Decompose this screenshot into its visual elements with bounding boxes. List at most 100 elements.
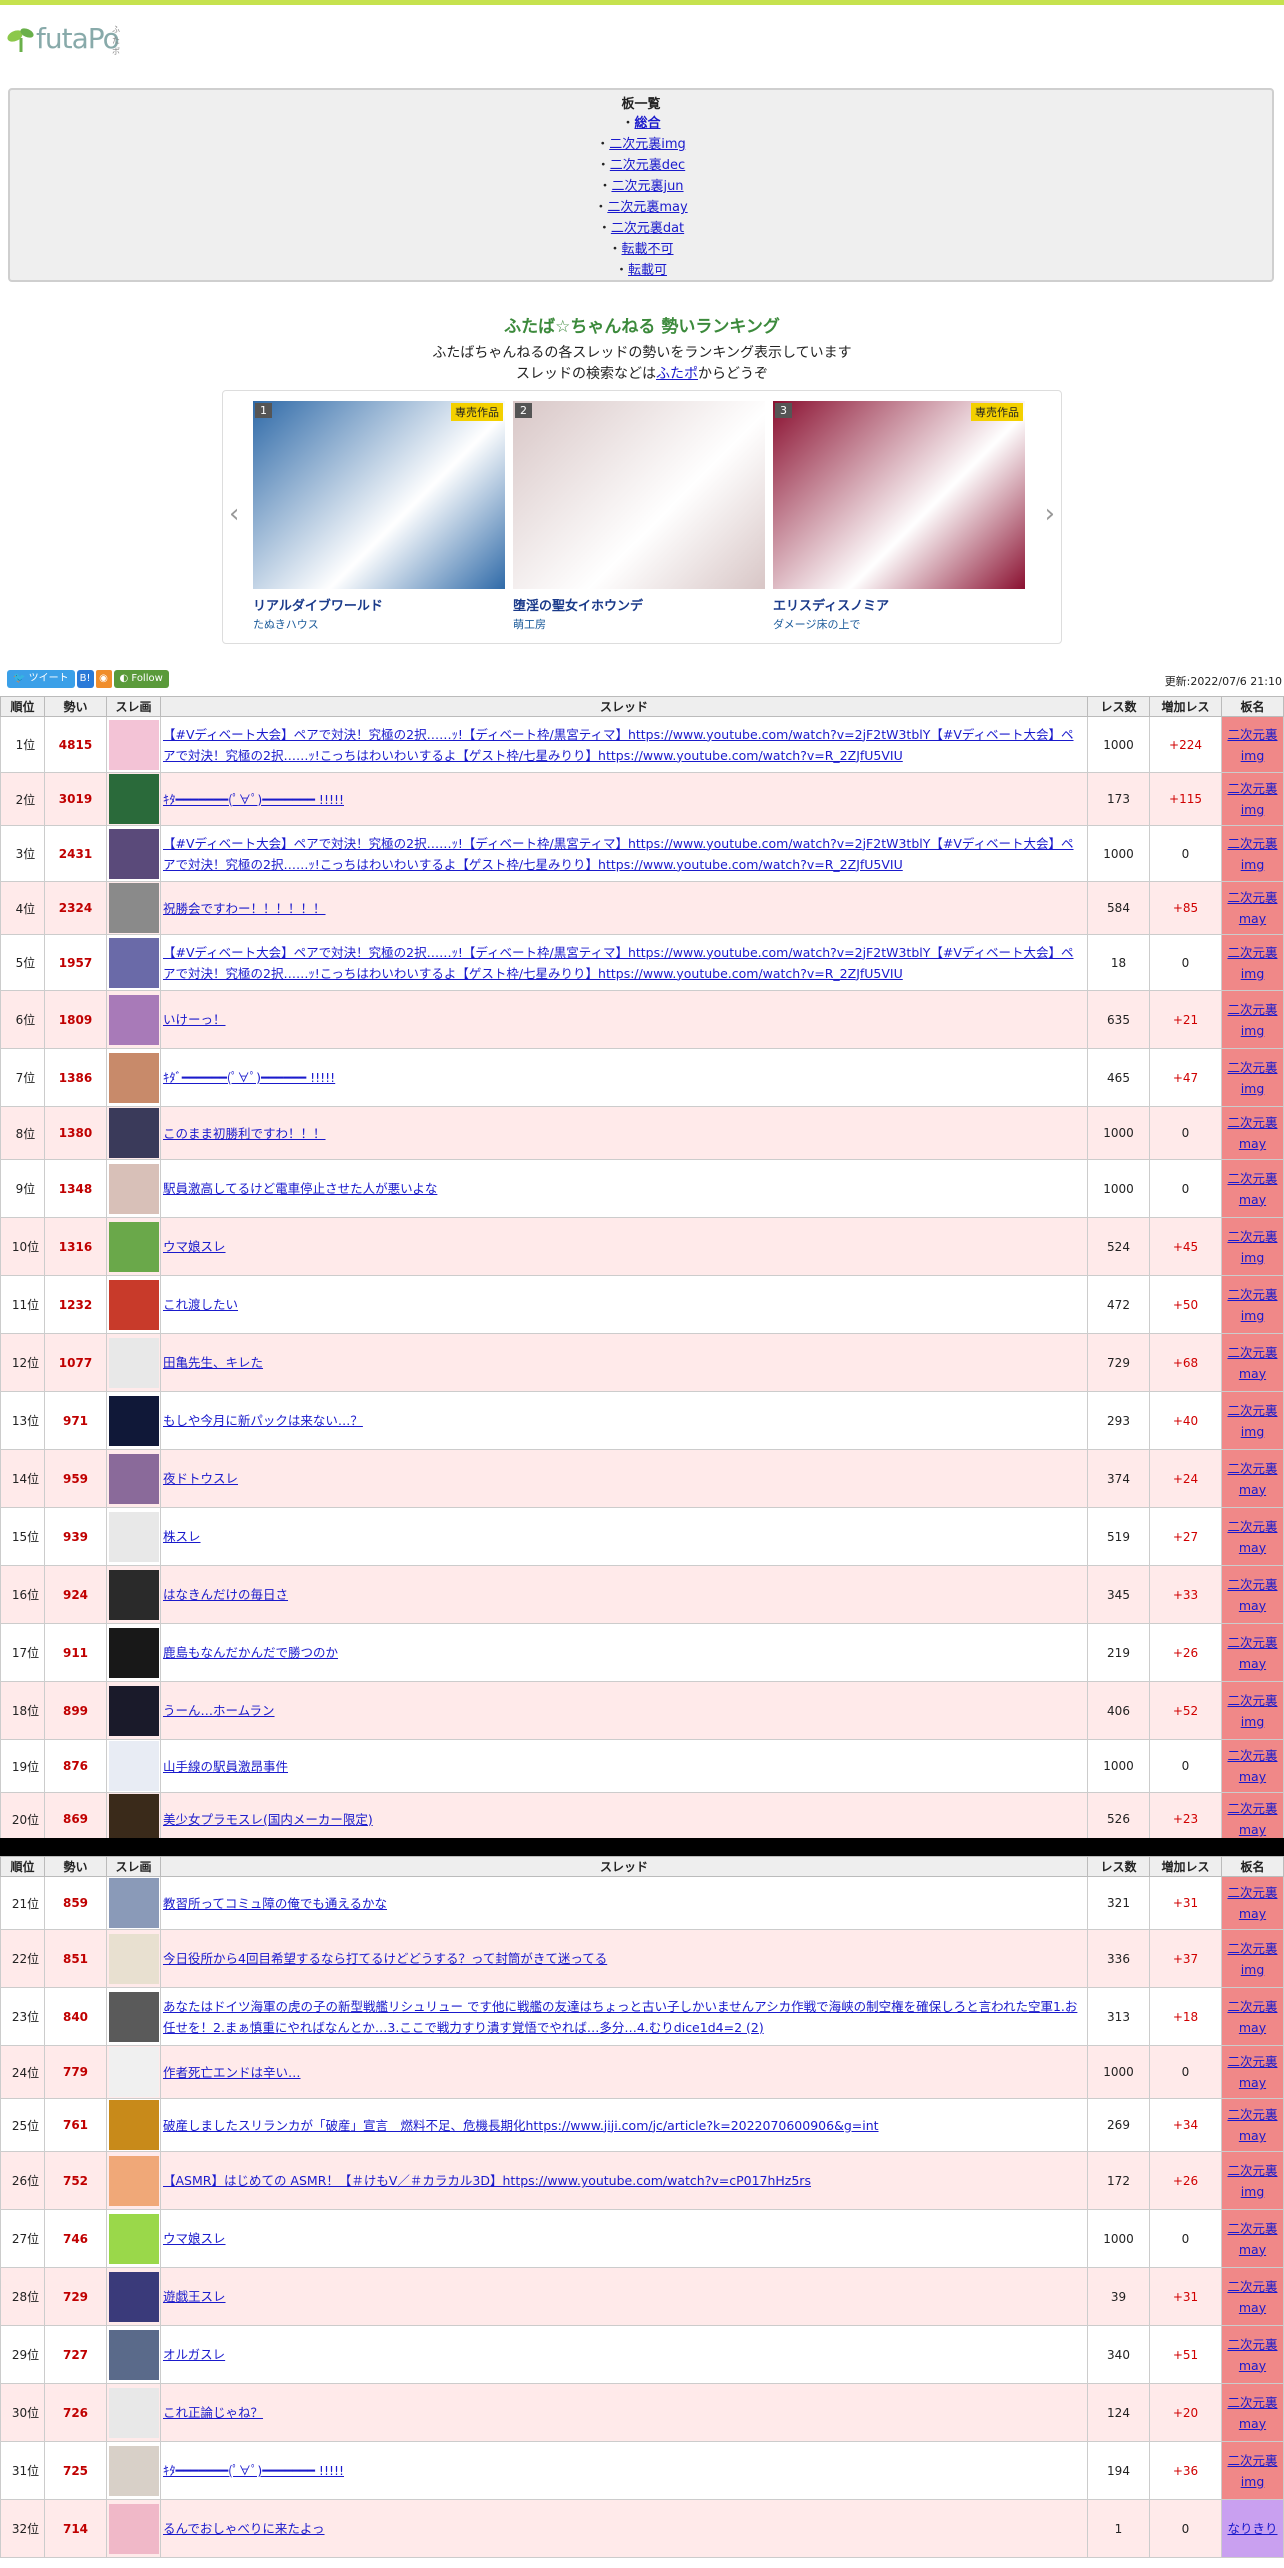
thumbnail-cell[interactable] [106,1987,161,2046]
board-name-link[interactable]: 二次元裏may [1227,1461,1277,1497]
board-link[interactable]: 総合 [635,116,661,131]
thread-thumbnail[interactable] [108,1453,159,1504]
thread-thumbnail[interactable] [108,1163,159,1214]
thread-link[interactable]: これ正論じゃね？ [163,2405,263,2420]
thread-thumbnail[interactable] [108,1279,159,1330]
thread-link[interactable]: 作者死亡エンドは辛い… [163,2065,301,2080]
board-name-link[interactable]: 二次元裏img [1227,836,1277,872]
thread-link[interactable]: 破産しましたスリランカが「破産」宣言 燃料不足、危機長期化https://www… [163,2118,879,2133]
thumbnail-cell[interactable] [106,1929,161,1988]
thumbnail-cell[interactable] [106,2045,161,2099]
thumbnail-cell[interactable] [106,716,161,773]
thumbnail-cell[interactable] [106,2267,161,2326]
thread-thumbnail[interactable] [108,2213,159,2264]
futapo-link[interactable]: ふたポ [656,366,698,382]
thread-link[interactable]: 駅員激高してるけど電車停止させた人が悪いよな [163,1181,437,1196]
thread-thumbnail[interactable] [108,1741,159,1791]
thread-link[interactable]: ｷﾀ━━━━━━━(ﾟ∀ﾟ)━━━━━━━ !!!!! [163,792,344,807]
promo-title[interactable]: リアルダイブワールド [253,595,505,614]
board-name-link[interactable]: 二次元裏img [1227,2163,1277,2199]
thumbnail-cell[interactable] [106,2383,161,2442]
thread-thumbnail[interactable] [108,1337,159,1388]
board-name-link[interactable]: 二次元裏img [1227,1403,1277,1439]
thread-thumbnail[interactable] [108,719,159,770]
thumbnail-cell[interactable] [106,1275,161,1334]
thread-thumbnail[interactable] [108,994,159,1045]
thread-thumbnail[interactable] [108,1685,159,1736]
thread-thumbnail[interactable] [108,2329,159,2380]
thumbnail-cell[interactable] [106,1739,161,1793]
board-name-link[interactable]: 二次元裏may [1227,2221,1277,2257]
thumbnail-cell[interactable] [106,1159,161,1218]
thread-link[interactable]: 美少女プラモスレ(国内メーカー限定) [163,1812,373,1827]
follow-button[interactable]: ◐ Follow [113,670,169,688]
thread-thumbnail[interactable] [108,2445,159,2496]
thread-link[interactable]: 株スレ [163,1529,201,1544]
promo-card[interactable]: 1 専売作品 リアルダイブワールド たぬきハウス [253,401,505,632]
rss-icon[interactable]: ◉ [95,670,112,688]
board-name-link[interactable]: 二次元裏may [1227,2337,1277,2373]
board-name-link[interactable]: 二次元裏img [1227,1229,1277,1265]
board-link[interactable]: 転載不可 [622,242,674,257]
thread-link[interactable]: ウマ娘スレ [163,1239,226,1254]
thread-thumbnail[interactable] [108,2387,159,2438]
thumbnail-cell[interactable] [106,1681,161,1740]
thread-thumbnail[interactable] [108,2503,159,2554]
thread-link[interactable]: 山手線の駅員激昂事件 [163,1759,288,1774]
thumbnail-cell[interactable] [106,2441,161,2500]
promo-circle[interactable]: たぬきハウス [253,616,505,632]
board-name-link[interactable]: 二次元裏may [1227,2107,1277,2143]
board-link[interactable]: 二次元裏img [609,137,686,152]
thread-thumbnail[interactable] [108,1511,159,1562]
thumbnail-cell[interactable] [106,1623,161,1682]
tweet-button[interactable]: 🐦 ツイート [7,670,75,688]
promo-image[interactable]: 3 専売作品 [773,401,1025,589]
thumbnail-cell[interactable] [106,990,161,1049]
board-name-link[interactable]: 二次元裏may [1227,1801,1277,1837]
board-name-link[interactable]: 二次元裏may [1227,2395,1277,2431]
thumbnail-cell[interactable] [106,1507,161,1566]
board-name-link[interactable]: 二次元裏img [1227,781,1277,817]
thread-thumbnail[interactable] [108,937,159,988]
carousel-next-icon[interactable]: › [1045,499,1055,529]
thread-link[interactable]: もしや今月に新パックは来ない…？ [163,1413,363,1428]
board-name-link[interactable]: 二次元裏may [1227,1345,1277,1381]
thread-link[interactable]: ウマ娘スレ [163,2231,226,2246]
thread-link[interactable]: 遊戯王スレ [163,2289,226,2304]
board-link[interactable]: 二次元裏jun [611,179,683,194]
thumbnail-cell[interactable] [106,1333,161,1392]
hatena-bookmark-button[interactable]: B! [76,670,94,688]
promo-circle[interactable]: ダメージ床の上で [773,616,1025,632]
board-name-link[interactable]: 二次元裏may [1227,1115,1277,1151]
board-name-link[interactable]: 二次元裏img [1227,1693,1277,1729]
board-name-link[interactable]: 二次元裏img [1227,1060,1277,1096]
thread-link[interactable]: うーん…ホームラン [163,1703,275,1718]
thread-link[interactable]: 【#Vディベート大会】ペアで対決！究極の2択……ｯ!【ディベート枠/黒宮ティマ】… [163,727,1074,763]
thread-thumbnail[interactable] [108,1569,159,1620]
thread-thumbnail[interactable] [108,1108,159,1158]
thread-link[interactable]: 鹿島もなんだかんだで勝つのか [163,1645,338,1660]
board-link[interactable]: 二次元裏may [607,200,687,215]
thumbnail-cell[interactable] [106,772,161,826]
thread-thumbnail[interactable] [108,1627,159,1678]
thumbnail-cell[interactable] [106,1106,161,1160]
thumbnail-cell[interactable] [106,2209,161,2268]
thumbnail-cell[interactable] [106,2098,161,2152]
promo-image[interactable]: 2 [513,401,765,589]
thread-link[interactable]: 【#Vディベート大会】ペアで対決！究極の2択……ｯ!【ディベート枠/黒宮ティマ】… [163,945,1074,981]
thread-link[interactable]: 今日役所から4回目希望するなら打てるけどどうする？って封筒がきて迷ってる [163,1951,607,1966]
thread-thumbnail[interactable] [108,1395,159,1446]
thumbnail-cell[interactable] [106,825,161,882]
thumbnail-cell[interactable] [106,1449,161,1508]
thread-link[interactable]: るんでおしゃべりに来たよっ [163,2521,325,2536]
board-name-link[interactable]: なりきり [1227,2521,1277,2536]
thread-link[interactable]: 【#Vディベート大会】ペアで対決！究極の2択……ｯ!【ディベート枠/黒宮ティマ】… [163,836,1074,872]
thread-link[interactable]: これ渡したい [163,1297,238,1312]
board-link[interactable]: 二次元裏dat [611,221,684,236]
thread-thumbnail[interactable] [108,774,159,824]
thread-thumbnail[interactable] [108,1991,159,2042]
thumbnail-cell[interactable] [106,881,161,935]
thread-thumbnail[interactable] [108,1878,159,1928]
promo-card[interactable]: 3 専売作品 エリスディスノミア ダメージ床の上で [773,401,1025,632]
thread-thumbnail[interactable] [108,828,159,879]
